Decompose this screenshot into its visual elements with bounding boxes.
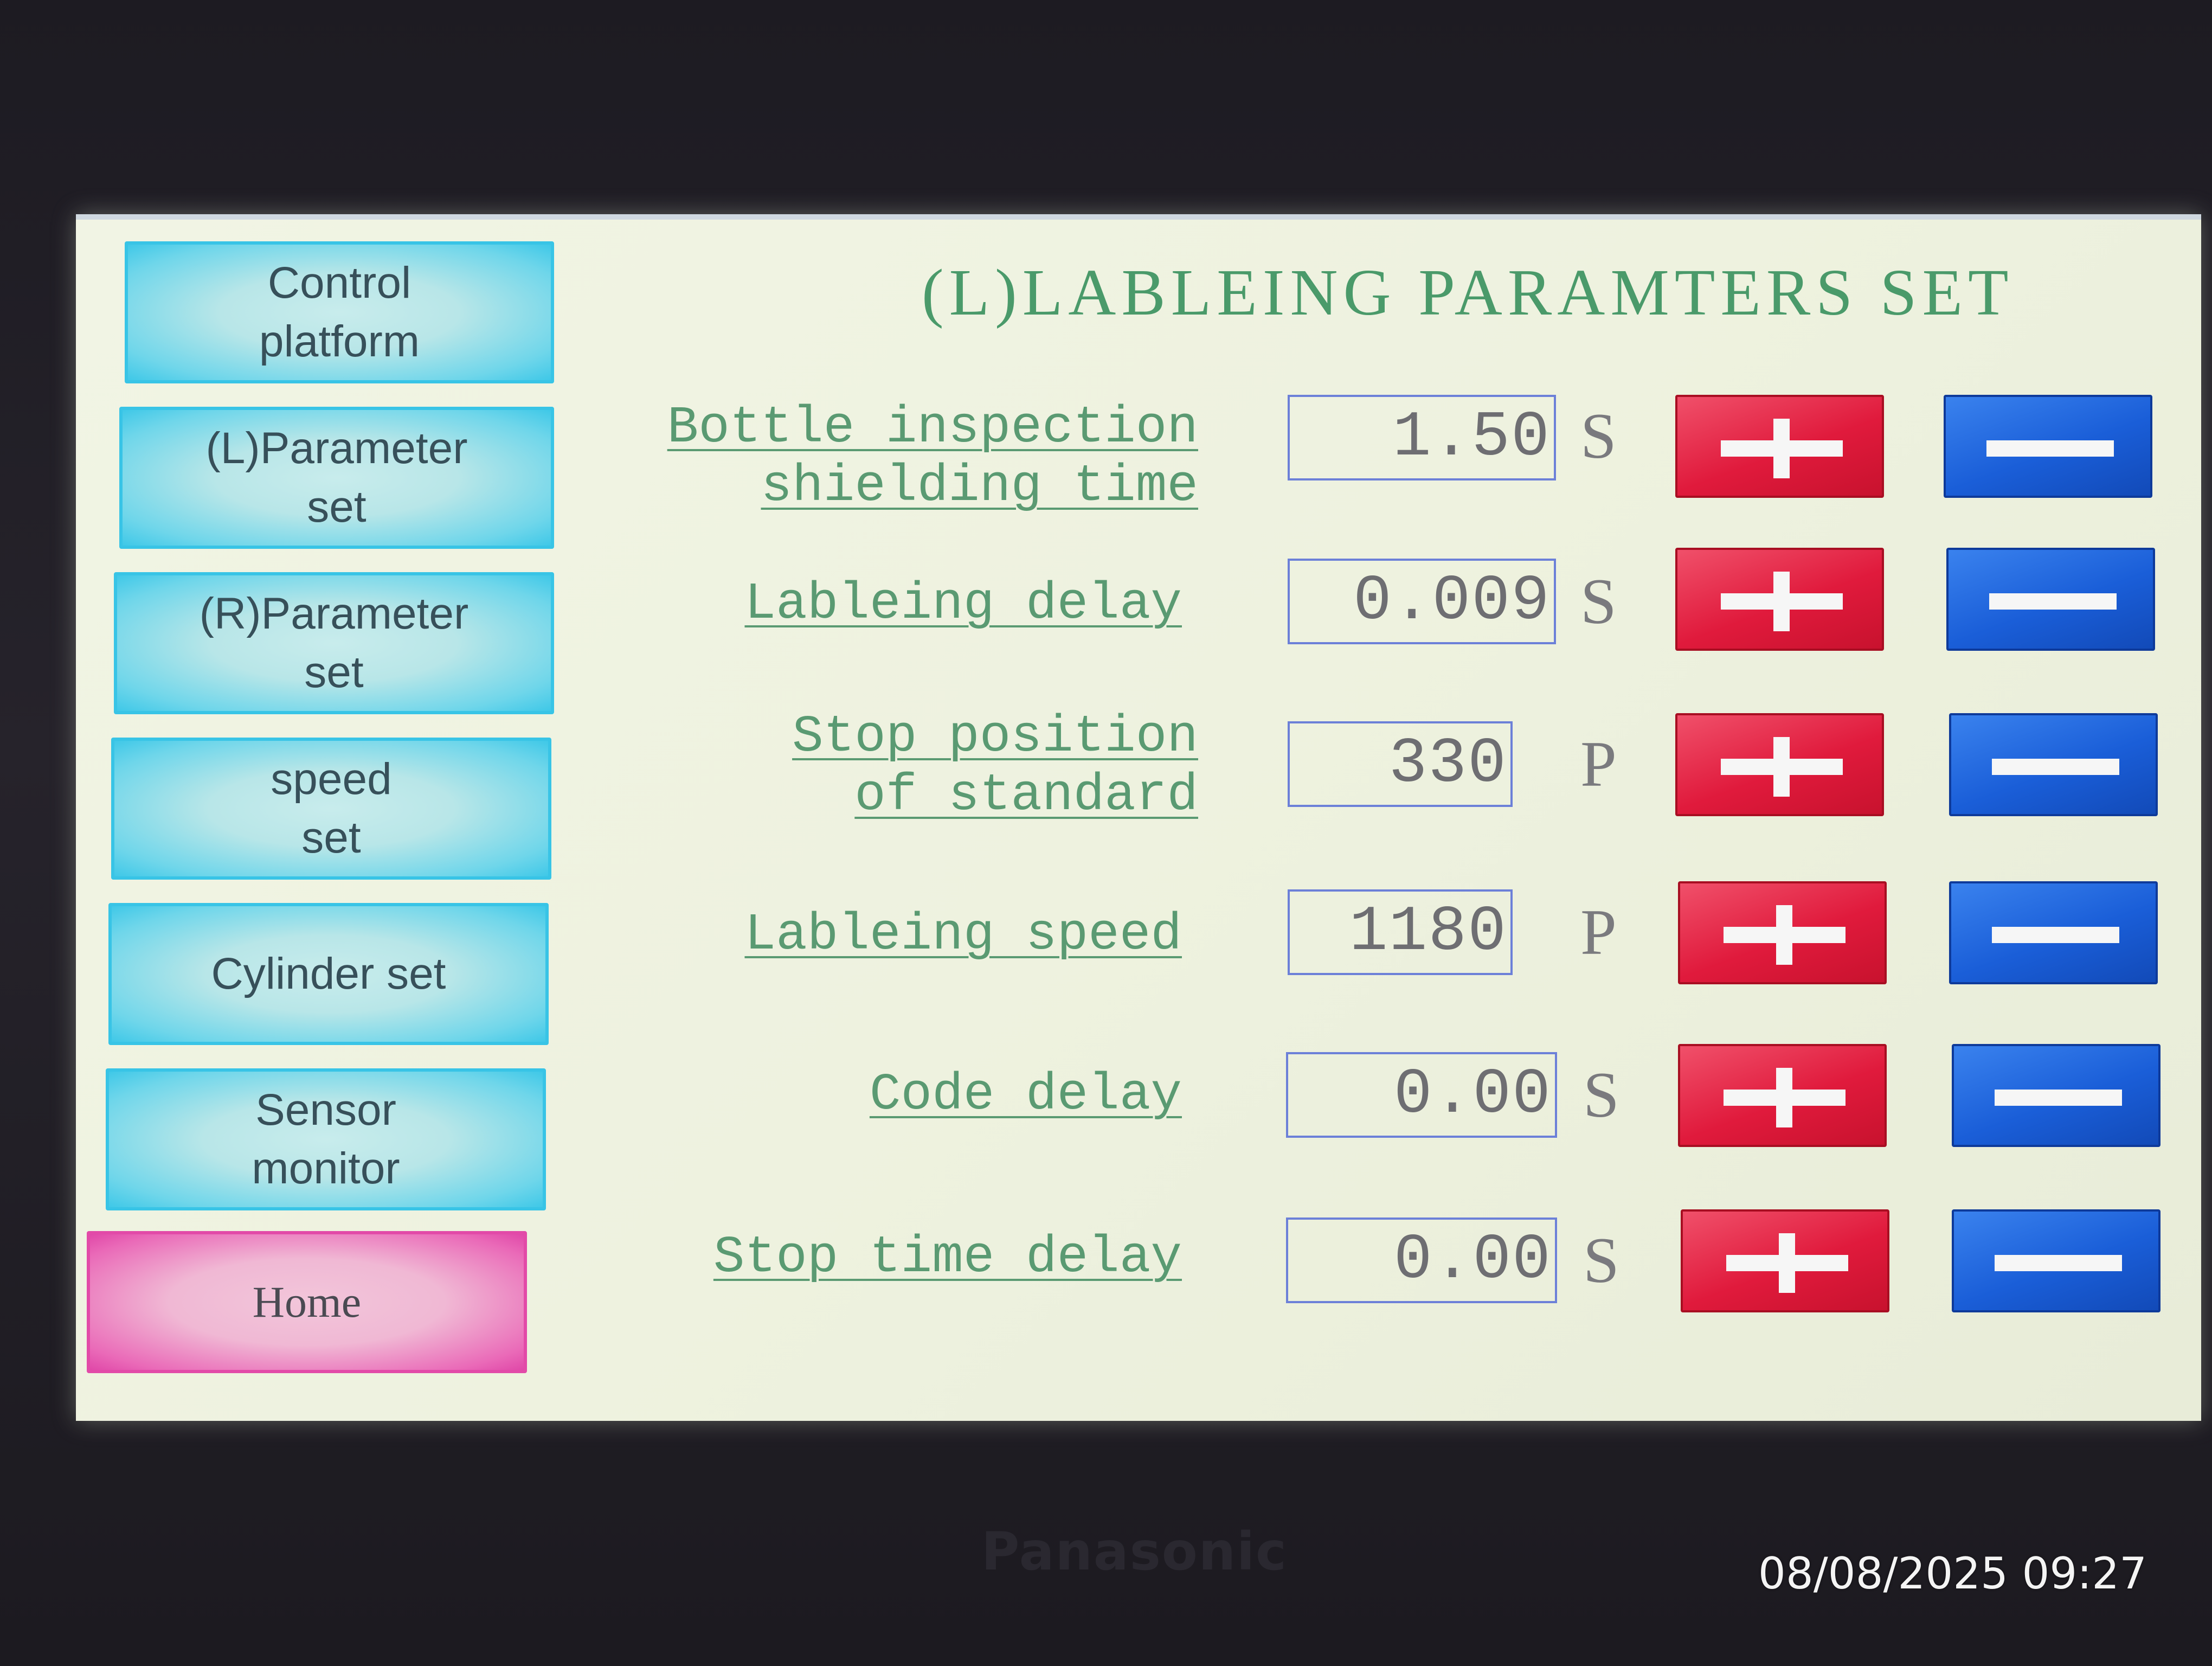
param-label-bottle-inspection: Bottle inspection shielding time: [667, 398, 1198, 516]
increment-button-code-delay[interactable]: [1678, 1044, 1887, 1147]
nav-home-button[interactable]: Home: [87, 1231, 527, 1373]
plus-icon-stem: [1773, 419, 1790, 478]
param-unit-lableing-speed: P: [1580, 896, 1617, 968]
minus-icon: [1992, 759, 2119, 775]
param-unit-stop-time-delay: S: [1583, 1224, 1619, 1296]
plus-icon-stem: [1776, 905, 1792, 965]
plus-icon-stem: [1776, 1068, 1792, 1127]
minus-icon: [1989, 593, 2117, 610]
increment-button-lableing-delay[interactable]: [1675, 548, 1884, 651]
param-label-lableing-speed: Lableing speed: [744, 905, 1182, 964]
decrement-button-stop-position[interactable]: [1949, 713, 2158, 816]
minus-icon: [1995, 1255, 2122, 1271]
nav-r-parameter-set-button[interactable]: (R)Parameter set: [114, 572, 554, 714]
increment-button-bottle-inspection[interactable]: [1675, 395, 1884, 498]
minus-icon: [1986, 440, 2114, 457]
plus-icon-stem: [1779, 1233, 1795, 1293]
nav-cylinder-set-button[interactable]: Cylinder set: [108, 903, 549, 1045]
param-value-bottle-inspection[interactable]: 1.50: [1288, 395, 1556, 480]
decrement-button-lableing-delay[interactable]: [1946, 548, 2155, 651]
decrement-button-bottle-inspection[interactable]: [1944, 395, 2152, 498]
param-unit-lableing-delay: S: [1580, 565, 1617, 637]
decrement-button-lableing-speed[interactable]: [1949, 881, 2158, 984]
minus-icon: [1992, 927, 2119, 943]
param-label-lableing-delay: Lableing delay: [744, 574, 1182, 633]
brand-logo: Panasonic: [981, 1521, 1288, 1582]
decrement-button-code-delay[interactable]: [1952, 1044, 2160, 1147]
param-value-stop-position[interactable]: 330: [1288, 721, 1513, 807]
param-value-code-delay[interactable]: 0.00: [1286, 1052, 1557, 1138]
nav-speed-set-button[interactable]: speed set: [111, 738, 551, 880]
decrement-button-stop-time-delay[interactable]: [1952, 1209, 2160, 1312]
param-value-lableing-speed[interactable]: 1180: [1288, 889, 1513, 975]
param-label-stop-time-delay: Stop time delay: [713, 1228, 1182, 1287]
param-label-code-delay: Code delay: [869, 1065, 1182, 1124]
page-title: (L)LABLEING PARAMTERS SET: [922, 256, 2014, 329]
nav-l-parameter-set-button[interactable]: (L)Parameter set: [119, 407, 554, 549]
increment-button-stop-time-delay[interactable]: [1681, 1209, 1889, 1312]
nav-sensor-monitor-button[interactable]: Sensor monitor: [106, 1068, 546, 1210]
param-label-stop-position: Stop position of standard: [792, 707, 1198, 825]
photo-timestamp: 08/08/2025 09:27: [1758, 1548, 2147, 1599]
increment-button-lableing-speed[interactable]: [1678, 881, 1887, 984]
param-value-lableing-delay[interactable]: 0.009: [1288, 559, 1556, 644]
param-unit-code-delay: S: [1583, 1059, 1619, 1131]
increment-button-stop-position[interactable]: [1675, 713, 1884, 816]
plus-icon-stem: [1773, 737, 1790, 797]
param-unit-bottle-inspection: S: [1580, 400, 1617, 472]
minus-icon: [1995, 1090, 2122, 1106]
param-unit-stop-position: P: [1580, 728, 1617, 800]
plus-icon-stem: [1773, 572, 1790, 631]
param-value-stop-time-delay[interactable]: 0.00: [1286, 1218, 1557, 1303]
nav-control-platform-button[interactable]: Control platform: [125, 241, 554, 383]
